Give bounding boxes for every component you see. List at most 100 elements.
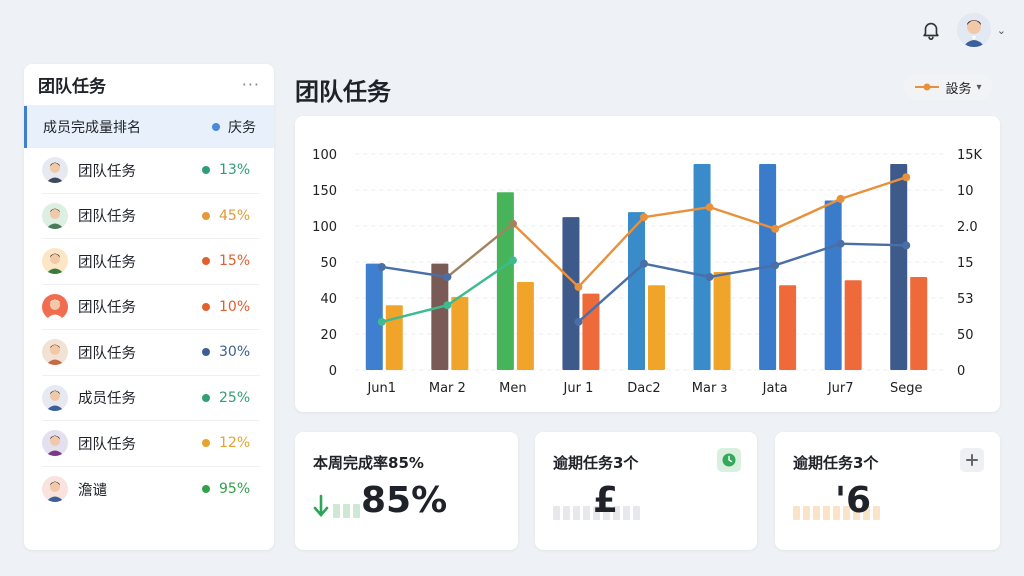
member-rate: 12% bbox=[202, 435, 260, 451]
member-percent: 13% bbox=[219, 162, 251, 179]
series-point bbox=[574, 282, 583, 291]
ranking-header[interactable]: 成员完成量排名 庆务 bbox=[24, 106, 274, 148]
plus-icon[interactable] bbox=[960, 448, 984, 472]
kpi-value: 85% bbox=[361, 480, 448, 521]
member-percent: 25% bbox=[219, 389, 251, 406]
spark-bar bbox=[803, 506, 810, 520]
y-tick-label: 100 bbox=[312, 220, 337, 235]
member-row[interactable]: 团队任务 10% bbox=[42, 285, 260, 330]
series-point bbox=[705, 203, 714, 212]
bar-series-a bbox=[890, 163, 908, 370]
kpi-card-overdue-2[interactable]: 逾期任务3个 '6 bbox=[775, 432, 1000, 550]
series-point bbox=[640, 259, 648, 268]
x-tick-label: Men bbox=[499, 381, 526, 396]
kpi-title: 逾期任务3个 bbox=[553, 454, 639, 472]
member-percent: 10% bbox=[219, 298, 251, 315]
y2-tick-label: 53 bbox=[957, 292, 974, 307]
kpi-card-completion[interactable]: 本周完成率85% 85% bbox=[295, 432, 518, 550]
task-chart: 100 15K 150 10 100 2.0 50 15 40 53 20 50 0 0 Jun1 Mar 2… bbox=[295, 116, 1000, 412]
member-name: 团队任务 bbox=[78, 436, 136, 453]
series-point bbox=[508, 219, 517, 228]
series-dropdown-label: 設务 bbox=[945, 81, 972, 97]
series-point bbox=[377, 262, 386, 271]
line-legend-icon bbox=[915, 83, 940, 91]
bar-series-a bbox=[628, 212, 645, 370]
member-info: 团队任务 bbox=[42, 248, 136, 275]
y2-tick-label: 50 bbox=[957, 328, 974, 343]
avatar bbox=[42, 430, 68, 457]
series-point bbox=[640, 213, 648, 222]
member-name: 团队任务 bbox=[78, 345, 136, 362]
bar-series-a bbox=[365, 263, 383, 370]
member-name: 澹谴 bbox=[78, 482, 107, 499]
page-title: 团队任务 bbox=[295, 78, 391, 106]
spark-bar bbox=[563, 506, 570, 520]
bar-series-b bbox=[516, 281, 534, 370]
member-info: 团队任务 bbox=[42, 157, 136, 184]
series-point bbox=[443, 301, 452, 310]
kpi-card-overdue[interactable]: 逾期任务3个 £ bbox=[535, 432, 757, 550]
spark-bar bbox=[333, 504, 340, 518]
member-rate: 95% bbox=[202, 481, 260, 497]
arrow-down-icon bbox=[313, 494, 329, 517]
user-menu[interactable]: ⌄ bbox=[956, 13, 1006, 47]
spark-bar bbox=[823, 506, 830, 520]
clock-icon bbox=[717, 448, 741, 472]
member-percent: 95% bbox=[219, 481, 251, 498]
member-row[interactable]: 团队任务 45% bbox=[42, 194, 260, 239]
user-avatar[interactable] bbox=[956, 13, 991, 47]
series-point bbox=[443, 272, 452, 281]
bar-series-b bbox=[385, 305, 403, 370]
ranking-filter[interactable]: 庆务 bbox=[212, 117, 256, 137]
member-percent: 12% bbox=[219, 435, 251, 452]
x-tick-label: Jur7 bbox=[827, 381, 854, 396]
member-name: 团队任务 bbox=[78, 163, 136, 180]
avatar bbox=[42, 202, 68, 229]
status-dot bbox=[202, 166, 210, 175]
member-info: 团队任务 bbox=[42, 339, 136, 366]
more-options-icon[interactable]: ··· bbox=[242, 75, 260, 94]
ranking-label: 成员完成量排名 bbox=[43, 120, 141, 136]
avatar bbox=[42, 157, 68, 184]
series-dropdown[interactable]: 設务 ▾ bbox=[904, 74, 992, 100]
member-row[interactable]: 团队任务 30% bbox=[42, 330, 260, 376]
spark-bar bbox=[873, 506, 880, 520]
kpi-value: '6 bbox=[835, 480, 872, 521]
bell-icon[interactable] bbox=[919, 18, 943, 42]
chevron-down-icon[interactable]: ⌄ bbox=[997, 24, 1006, 37]
kpi-title: 逾期任务3个 bbox=[793, 454, 879, 472]
member-row[interactable]: 团队任务 12% bbox=[42, 421, 260, 467]
series-point bbox=[771, 261, 780, 270]
status-dot bbox=[202, 439, 210, 448]
spark-bar bbox=[553, 506, 560, 520]
bar-series-a bbox=[562, 217, 580, 370]
status-dot bbox=[202, 348, 210, 357]
x-tick-label: Jata bbox=[762, 381, 788, 396]
spark-bar bbox=[353, 504, 360, 518]
member-percent: 30% bbox=[219, 344, 251, 361]
kpi-value: £ bbox=[593, 480, 619, 521]
member-percent: 45% bbox=[219, 207, 251, 224]
series-point bbox=[705, 272, 714, 281]
x-tick-label: Jur 1 bbox=[563, 381, 594, 396]
chevron-down-icon: ▾ bbox=[976, 81, 982, 93]
avatar bbox=[42, 248, 68, 275]
spark-bar bbox=[793, 506, 800, 520]
kpi-sparkbars bbox=[333, 504, 360, 518]
series-point bbox=[902, 173, 911, 182]
bar-series-b bbox=[844, 280, 862, 370]
member-row[interactable]: 成员任务 25% bbox=[42, 376, 260, 421]
bar-series-b bbox=[910, 276, 928, 370]
spark-bar bbox=[573, 506, 580, 520]
member-row[interactable]: 团队任务 15% bbox=[42, 239, 260, 285]
y2-tick-label: 10 bbox=[957, 184, 974, 199]
x-tick-label: Sege bbox=[890, 381, 923, 396]
member-rate: 13% bbox=[202, 162, 260, 178]
spark-bar bbox=[813, 506, 820, 520]
kpi-title: 本周完成率85% bbox=[313, 454, 424, 472]
member-row[interactable]: 团队任务 13% bbox=[42, 148, 260, 194]
spark-bar bbox=[633, 506, 640, 520]
member-info: 澹谴 bbox=[42, 476, 107, 503]
member-row[interactable]: 澹谴 95% bbox=[42, 467, 260, 513]
avatar bbox=[42, 293, 68, 320]
